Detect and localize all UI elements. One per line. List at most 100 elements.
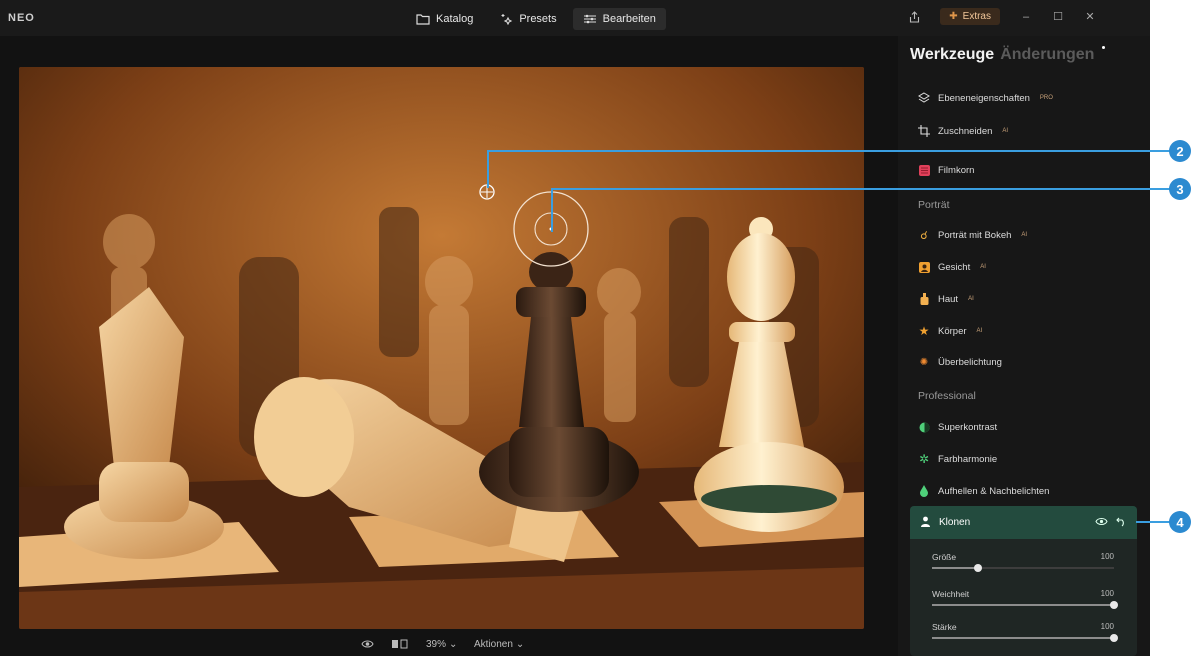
tab-aenderungen[interactable]: Änderungen [1000,46,1094,64]
tool-label: Körper [938,325,967,337]
tool-gesicht[interactable]: Gesicht AI [918,261,986,273]
actions-label: Aktionen [474,639,513,650]
face-icon [918,261,930,273]
callout-line [551,188,1171,190]
slider-label: Größe [932,552,957,562]
tool-aufhellen[interactable]: Aufhellen & Nachbelichten [918,485,1049,497]
ai-badge: AI [968,296,974,302]
tool-label: Porträt mit Bokeh [938,229,1012,241]
section-professional: Professional [918,390,976,402]
page-margin [1150,0,1192,656]
callout-2: 2 [1169,140,1191,162]
slider-track [932,564,1114,572]
callout-4: 4 [1169,511,1191,533]
tool-zuschneiden[interactable]: Zuschneiden AI [918,125,1008,137]
slider-knob[interactable] [1110,601,1118,609]
tool-koerper[interactable]: ★ Körper AI [918,324,983,338]
person-icon [920,516,931,530]
tool-label: Überbelichtung [938,356,1002,368]
extras-button[interactable]: ✚ Extras [940,8,1000,25]
close-icon[interactable]: ✕ [1084,11,1096,23]
pro-badge: PRO [1039,95,1053,101]
callout-line [1136,521,1170,523]
tool-label: Gesicht [938,261,971,273]
body-icon: ★ [918,324,930,338]
actions-dropdown[interactable]: Aktionen ⌄ [474,639,524,650]
changes-indicator [1102,46,1106,49]
ai-badge: AI [976,328,983,334]
tool-haut[interactable]: Haut AI [918,293,974,305]
tab-bearbeiten[interactable]: Bearbeiten [572,8,666,30]
tab-presets-label: Presets [519,13,557,25]
ai-badge: AI [1002,128,1009,134]
tool-label: Filmkorn [938,164,975,176]
sliders-icon [583,14,596,24]
tools-panel: Werkzeuge Änderungen Ebeneneigenschaften… [898,36,1150,656]
tab-presets[interactable]: Presets [489,8,566,30]
maximize-icon[interactable]: ☐ [1052,11,1064,23]
zoom-dropdown[interactable]: 39% ⌄ [426,639,457,650]
bottom-toolbar: 39% ⌄ Aktionen ⌄ [0,636,898,656]
title-bar: NEO Katalog Presets Bearbeiten ✚ Extras … [0,0,1150,36]
chevron-down-icon: ⌄ [515,639,525,650]
tool-ueberbelichtung[interactable]: ✺ Überbelichtung [918,356,1002,368]
slider-knob[interactable] [1110,634,1118,642]
slider-fill [932,567,978,569]
slider-fill [932,637,1114,639]
film-icon [918,164,930,176]
tool-label: Farbharmonie [938,453,998,465]
tool-ebeneneigenschaften[interactable]: Ebeneneigenschaften PRO [918,92,1053,104]
tool-filmkorn[interactable]: Filmkorn [918,164,974,176]
folder-icon [416,14,430,25]
puzzle-icon: ✚ [949,11,958,22]
slider-fill [932,604,1114,606]
window-controls: ✚ Extras – ☐ ✕ [908,8,1096,25]
share-icon[interactable] [908,10,920,23]
main-nav: Katalog Presets Bearbeiten [406,8,666,30]
slider-knob[interactable] [973,564,982,572]
tool-label: Haut [938,293,959,305]
ai-badge: AI [1021,232,1028,238]
sparkle-icon [501,14,513,25]
eye-icon[interactable] [1095,517,1108,529]
gear-icon: ✲ [918,452,930,466]
clone-title: Klonen [939,517,971,528]
compare-icon[interactable] [391,639,409,649]
slider-label: Stärke [932,622,957,632]
tool-label: Ebeneneigenschaften [938,92,1030,104]
slider-value: 100 [1100,552,1114,561]
tool-label: Zuschneiden [938,125,993,137]
slider-value: 100 [1100,622,1114,631]
tab-werkzeuge[interactable]: Werkzeuge [910,46,994,64]
tab-katalog[interactable]: Katalog [406,8,483,30]
crop-icon [918,125,930,137]
slider-track [932,634,1118,642]
ai-badge: AI [980,264,986,270]
tab-katalog-label: Katalog [436,13,474,25]
tool-label: Aufhellen & Nachbelichten [938,485,1050,497]
minimize-icon[interactable]: – [1020,11,1032,23]
callout-3: 3 [1169,178,1191,200]
eye-icon[interactable] [361,639,374,649]
tool-label: Superkontrast [938,421,998,433]
reset-icon[interactable] [1116,516,1127,530]
drop-icon [918,485,930,497]
clone-tool-header[interactable]: Klonen [910,506,1137,539]
callout-line [487,150,1171,152]
chevron-down-icon: ⌄ [449,639,458,650]
zoom-value: 39% [426,639,447,650]
tool-farbharmonie[interactable]: ✲ Farbharmonie [918,452,998,466]
panel-tabs: Werkzeuge Änderungen [910,46,1106,64]
extras-label: Extras [962,11,991,22]
skin-icon [918,293,930,305]
tool-portrait-bokeh[interactable]: ☌ Porträt mit Bokeh AI [918,229,1028,242]
callout-line [551,188,553,232]
slider-track [932,601,1118,609]
layers-icon [918,92,930,104]
slider-value: 100 [1100,589,1114,598]
canvas-area [0,36,898,656]
tool-superkontrast[interactable]: Superkontrast [918,421,997,433]
section-portrait: Porträt [918,199,950,211]
tab-bearbeiten-label: Bearbeiten [602,13,656,25]
bokeh-icon: ☌ [920,229,928,242]
